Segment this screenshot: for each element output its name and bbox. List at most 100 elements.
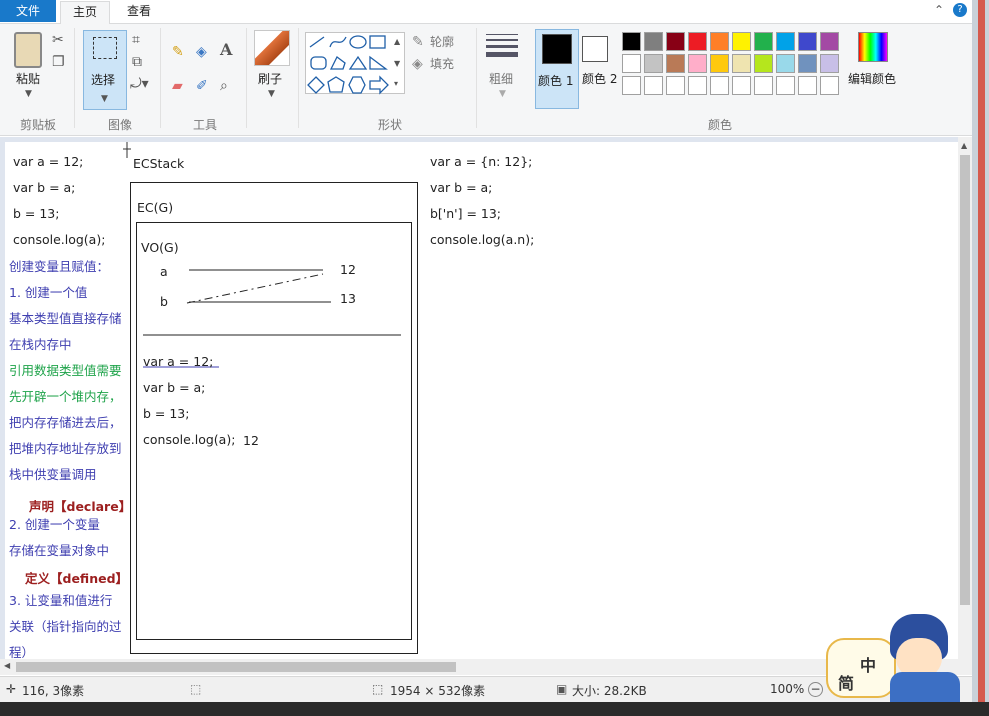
select-rect-icon — [93, 37, 117, 59]
separator — [160, 28, 161, 128]
paste-label[interactable]: 粘贴 — [16, 70, 40, 87]
color-swatch[interactable] — [776, 54, 795, 73]
scroll-up-icon[interactable]: ▲ — [961, 141, 967, 150]
group-shapes-label: 形状 — [377, 118, 402, 132]
dimensions-icon: ⬚ — [372, 682, 384, 696]
cut-icon[interactable]: ✂ — [52, 32, 64, 48]
group-image-label: 图像 — [107, 118, 132, 132]
mascot-overlay: 中 简 — [826, 608, 972, 702]
inner-code-line: var a = 12; — [143, 354, 214, 369]
color-swatch[interactable] — [820, 32, 839, 51]
right-code-line: b['n'] = 13; — [430, 206, 502, 221]
edit-colors-label[interactable]: 编辑颜色 — [848, 70, 896, 87]
copy-icon[interactable]: ❐ — [52, 54, 65, 70]
color-swatch[interactable] — [754, 32, 773, 51]
cursor-icon: ✛ — [6, 682, 17, 696]
select-dropdown-icon: ▼ — [101, 94, 108, 104]
color2-label[interactable]: 颜色 2 — [582, 70, 617, 87]
separator — [246, 28, 247, 128]
brush-icon[interactable] — [254, 30, 290, 66]
magnifier-icon[interactable]: ⌕ — [220, 78, 228, 94]
crop-icon[interactable]: ⌗ — [132, 32, 140, 48]
tab-file[interactable]: 文件 — [0, 0, 56, 22]
inner-output: 12 — [243, 433, 259, 448]
color2-swatch[interactable] — [582, 36, 608, 62]
color-swatch[interactable] — [688, 76, 707, 95]
zoom-out-button[interactable]: − — [808, 682, 823, 697]
vertical-scrollbar[interactable]: ▲ — [958, 137, 972, 659]
color-swatch[interactable] — [688, 32, 707, 51]
color-swatch[interactable] — [820, 76, 839, 95]
separator — [74, 28, 75, 128]
horizontal-scroll-thumb[interactable] — [16, 662, 456, 672]
color-swatch[interactable] — [798, 32, 817, 51]
color-swatch[interactable] — [798, 54, 817, 73]
resize-icon[interactable]: ⧉ — [132, 54, 142, 70]
outline-label[interactable]: 轮廓 — [430, 33, 454, 50]
tab-home[interactable]: 主页 — [60, 1, 110, 24]
color-swatch[interactable] — [688, 54, 707, 73]
color-swatch[interactable] — [644, 32, 663, 51]
size-icon[interactable] — [486, 34, 518, 57]
color-swatch[interactable] — [710, 76, 729, 95]
fill-label[interactable]: 填充 — [430, 55, 454, 72]
edit-colors-icon[interactable] — [858, 32, 888, 62]
brush-dropdown-icon[interactable]: ▼ — [268, 86, 275, 102]
text-tool-icon[interactable]: A — [220, 42, 232, 58]
arrow-shape-icon — [369, 75, 389, 95]
b-old-pointer-line — [186, 273, 324, 304]
help-icon[interactable]: ? — [953, 3, 967, 17]
color-swatch[interactable] — [732, 76, 751, 95]
color-swatch[interactable] — [622, 76, 641, 95]
right-code-line: console.log(a.n); — [430, 232, 535, 247]
color-swatch[interactable] — [622, 32, 641, 51]
color-swatch[interactable] — [644, 54, 663, 73]
cursor-position: 116, 3像素 — [22, 684, 85, 698]
right-triangle-shape-icon — [369, 55, 388, 70]
mascot-text: 简 — [838, 674, 855, 693]
shapes-scroll-down-icon[interactable]: ▼ — [394, 56, 400, 72]
color-swatch[interactable] — [710, 32, 729, 51]
size-label[interactable]: 粗细 — [489, 70, 513, 87]
clipboard-paste-icon[interactable] — [14, 32, 42, 68]
shapes-more-icon[interactable]: ▾ — [394, 76, 398, 92]
color-swatch[interactable] — [776, 76, 795, 95]
color-swatch[interactable] — [666, 32, 685, 51]
scroll-left-icon[interactable]: ◀ — [4, 661, 10, 670]
color-swatch[interactable] — [820, 54, 839, 73]
shapes-scroll-up-icon[interactable]: ▲ — [394, 34, 400, 50]
fill-bucket-icon[interactable]: ◈ — [196, 44, 207, 60]
pencil-icon[interactable]: ✎ — [172, 44, 184, 60]
eraser-icon[interactable]: ▰ — [172, 78, 183, 94]
fill-icon[interactable]: ◈ — [412, 56, 423, 72]
color-swatch[interactable] — [798, 76, 817, 95]
color-swatch[interactable] — [644, 76, 663, 95]
color-swatch[interactable] — [754, 76, 773, 95]
color1-button[interactable]: 颜色 1 — [535, 29, 579, 109]
curve-shape-icon — [329, 36, 347, 48]
color-swatch[interactable] — [776, 32, 795, 51]
color-swatch[interactable] — [666, 54, 685, 73]
image-dimensions: 1954 × 532像素 — [390, 684, 486, 698]
color-swatch[interactable] — [732, 54, 751, 73]
color-swatch[interactable] — [710, 54, 729, 73]
vertical-scroll-thumb[interactable] — [960, 155, 970, 605]
color-swatch[interactable] — [666, 76, 685, 95]
paste-dropdown-icon[interactable]: ▼ — [25, 86, 32, 102]
drawing-canvas[interactable]: var a = 12; var b = a; b = 13; console.l… — [5, 142, 958, 659]
brush-label[interactable]: 刷子 — [258, 70, 282, 87]
group-tools-label: 工具 — [192, 118, 217, 132]
taskbar-strip — [0, 702, 989, 716]
rotate-icon[interactable]: ⤾▾ — [130, 76, 149, 92]
shapes-gallery[interactable] — [305, 32, 405, 95]
outline-icon[interactable]: ✎ — [412, 34, 424, 50]
select-button[interactable]: 选择 ▼ — [83, 30, 127, 110]
tab-view[interactable]: 查看 — [114, 1, 164, 24]
size-dropdown-icon[interactable]: ▼ — [499, 86, 506, 102]
color-swatch[interactable] — [754, 54, 773, 73]
color-swatch[interactable] — [732, 32, 751, 51]
collapse-ribbon-icon[interactable]: ⌃ — [934, 3, 944, 17]
mascot-body — [890, 672, 960, 702]
color-swatch[interactable] — [622, 54, 641, 73]
color-picker-icon[interactable]: ✐ — [196, 78, 208, 94]
